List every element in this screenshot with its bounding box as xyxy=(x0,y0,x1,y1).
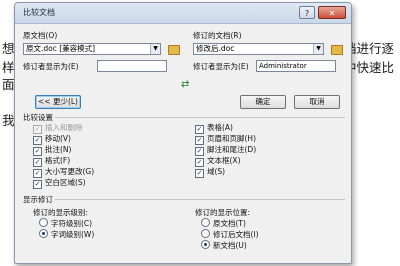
checkbox-box[interactable]: ✓ xyxy=(195,136,204,145)
chevron-down-icon[interactable]: ▼ xyxy=(150,44,160,54)
checkbox-box[interactable]: ✓ xyxy=(195,147,204,156)
radio-label: 修订后文档(I) xyxy=(213,230,259,239)
checkbox-box[interactable]: ✓ xyxy=(33,147,42,156)
checkbox-comments[interactable]: ✓ 批注(N) xyxy=(33,145,71,156)
checkbox-label: 文本框(X) xyxy=(207,156,241,165)
checkbox-fields[interactable]: ✓ 域(S) xyxy=(195,167,225,178)
radio-dot[interactable] xyxy=(201,229,210,238)
radio-original-document[interactable]: 原文档(T) xyxy=(201,218,246,228)
open-folder-icon[interactable] xyxy=(168,45,180,55)
checkbox-box[interactable]: ✓ xyxy=(195,158,204,167)
radio-dot[interactable] xyxy=(39,218,48,227)
ok-button[interactable]: 确定 xyxy=(240,95,286,109)
checkbox-box[interactable]: ✓ xyxy=(33,136,42,145)
radio-dot[interactable] xyxy=(201,218,210,227)
original-document-select[interactable]: 原文.doc [兼容模式] ▼ xyxy=(23,43,161,55)
radio-character-level[interactable]: 字符级别(C) xyxy=(39,218,92,228)
original-author-input[interactable] xyxy=(97,60,167,72)
divider xyxy=(55,199,345,200)
original-author-label: 修订者显示为(E) xyxy=(23,62,79,71)
checkbox-label: 格式(F) xyxy=(45,156,71,165)
less-options-button[interactable]: << 更少(L) xyxy=(35,95,81,109)
radio-label: 字词级别(W) xyxy=(51,230,95,239)
open-folder-icon[interactable] xyxy=(331,45,343,55)
radio-label: 字符级别(C) xyxy=(51,219,93,228)
radio-dot[interactable] xyxy=(201,240,210,249)
show-changes-level-label: 修订的显示级别: xyxy=(33,208,89,217)
original-document-label: 原文档(O) xyxy=(23,31,58,40)
revised-document-label: 修订的文档(R) xyxy=(193,31,242,40)
checkbox-footnotes-endnotes[interactable]: ✓ 脚注和尾注(D) xyxy=(195,145,256,156)
checkbox-tables[interactable]: ✓ 表格(A) xyxy=(195,123,233,134)
compare-documents-dialog: 比较文档 ? ✕ 原文档(O) 原文.doc [兼容模式] ▼ 修订的文档(R)… xyxy=(14,2,352,264)
radio-new-document[interactable]: 新文档(U) xyxy=(201,240,247,250)
checkbox-label: 表格(A) xyxy=(207,123,233,132)
checkbox-box: ✓ xyxy=(33,125,42,134)
swap-documents-icon[interactable]: ⇄ xyxy=(181,79,189,90)
checkbox-case-changes[interactable]: ✓ 大小写更改(G) xyxy=(33,167,94,178)
checkbox-box[interactable]: ✓ xyxy=(195,169,204,178)
checkbox-box[interactable]: ✓ xyxy=(33,169,42,178)
checkbox-box[interactable]: ✓ xyxy=(195,125,204,134)
show-changes-title: 显示修订 xyxy=(23,195,53,204)
checkbox-headers-footers[interactable]: ✓ 页眉和页脚(H) xyxy=(195,134,256,145)
chevron-down-icon[interactable]: ▼ xyxy=(313,44,323,54)
checkbox-label: 脚注和尾注(D) xyxy=(207,145,257,154)
checkbox-label: 域(S) xyxy=(207,167,226,176)
checkbox-label: 插入和删除 xyxy=(45,123,83,132)
checkbox-white-space[interactable]: ✓ 空白区域(S) xyxy=(33,178,86,189)
checkbox-label: 空白区域(S) xyxy=(45,178,86,187)
radio-dot[interactable] xyxy=(39,229,48,238)
checkbox-label: 移动(V) xyxy=(45,134,71,143)
radio-label: 原文档(T) xyxy=(213,219,246,228)
checkbox-box[interactable]: ✓ xyxy=(33,180,42,189)
show-changes-in-label: 修订的显示位置: xyxy=(195,208,251,217)
revised-author-label: 修订者显示为(E) xyxy=(193,62,249,71)
checkbox-box[interactable]: ✓ xyxy=(33,158,42,167)
compare-settings-title: 比较设置 xyxy=(23,113,53,122)
revised-document-select[interactable]: 修改后.doc ▼ xyxy=(193,43,324,55)
checkbox-insertions-deletions: ✓ 插入和删除 xyxy=(33,123,83,134)
revised-author-input[interactable]: Administrator xyxy=(256,60,336,72)
checkbox-moves[interactable]: ✓ 移动(V) xyxy=(33,134,71,145)
radio-label: 新文档(U) xyxy=(213,241,247,250)
checkbox-formatting[interactable]: ✓ 格式(F) xyxy=(33,156,70,167)
cancel-button[interactable]: 取消 xyxy=(294,95,340,109)
checkbox-label: 大小写更改(G) xyxy=(45,167,95,176)
radio-word-level[interactable]: 字词级别(W) xyxy=(39,229,94,239)
radio-revised-document[interactable]: 修订后文档(I) xyxy=(201,229,259,239)
close-button[interactable]: ✕ xyxy=(318,6,346,19)
dialog-title: 比较文档 xyxy=(23,8,55,17)
original-document-value: 原文.doc [兼容模式] xyxy=(26,44,96,53)
checkbox-label: 批注(N) xyxy=(45,145,72,154)
dialog-titlebar: 比较文档 ? ✕ xyxy=(15,3,351,24)
divider xyxy=(55,117,345,118)
revised-document-value: 修改后.doc xyxy=(196,44,235,53)
checkbox-label: 页眉和页脚(H) xyxy=(207,134,256,143)
checkbox-text-boxes[interactable]: ✓ 文本框(X) xyxy=(195,156,241,167)
help-button[interactable]: ? xyxy=(299,6,315,19)
